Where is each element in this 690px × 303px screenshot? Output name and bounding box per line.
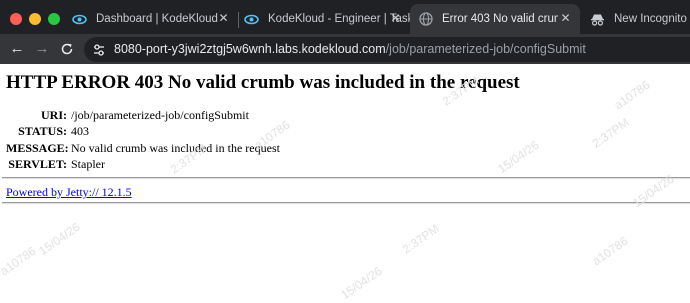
tab-strip: Dashboard | KodeKloud ✕ KodeKloud - Engi… xyxy=(0,0,690,34)
reload-icon[interactable] xyxy=(58,40,76,58)
watermark-date: 15/04/26 xyxy=(338,263,385,303)
detail-label: URI: xyxy=(41,108,67,122)
url-text[interactable]: 8080-port-y3jwi2ztgj5w6wnh.labs.kodeklou… xyxy=(114,42,586,56)
divider xyxy=(2,202,690,204)
incognito-icon xyxy=(590,12,605,27)
watermark-id: a10786 xyxy=(589,233,631,269)
kodekloud-icon xyxy=(72,12,87,27)
close-tab-icon[interactable]: ✕ xyxy=(217,12,230,25)
page-content: HTTP ERROR 403 No valid crumb was includ… xyxy=(0,64,690,303)
tab-dashboard[interactable]: Dashboard | KodeKloud ✕ xyxy=(68,4,238,34)
back-arrow-icon[interactable]: ← xyxy=(8,40,26,58)
url-host: 8080-port-y3jwi2ztgj5w6wnh.labs.kodeklou… xyxy=(114,42,386,56)
divider xyxy=(2,177,690,179)
kodekloud-icon xyxy=(244,12,259,27)
detail-label: STATUS: xyxy=(18,124,67,139)
detail-value: /job/parameterized-job/configSubmit xyxy=(71,108,249,122)
maximize-window-button[interactable] xyxy=(48,13,60,25)
tab-title: New Incognito tab xyxy=(614,13,690,25)
powered-by-jetty-link[interactable]: Powered by Jetty:// 12.1.5 xyxy=(6,185,132,200)
tab-engineer-task[interactable]: KodeKloud - Engineer | Task ✕ xyxy=(238,4,410,34)
address-bar[interactable]: 8080-port-y3jwi2ztgj5w6wnh.labs.kodeklou… xyxy=(84,37,690,62)
globe-icon xyxy=(418,12,433,27)
detail-label: MESSAGE: xyxy=(6,140,69,155)
close-tab-icon[interactable]: ✕ xyxy=(389,12,402,25)
browser-toolbar: ← → 8080-port-y3jwi2ztgj5w6wnh.labs.kode… xyxy=(0,34,690,64)
watermark-time: 2:37PM xyxy=(399,221,442,257)
url-path: /job/parameterized-job/configSubmit xyxy=(385,42,586,56)
close-window-button[interactable] xyxy=(10,13,22,25)
site-settings-icon[interactable] xyxy=(91,42,107,58)
detail-value: 403 xyxy=(71,124,89,139)
tab-error-403[interactable]: Error 403 No valid crumb was included in… xyxy=(410,4,580,34)
tab-title: Dashboard | KodeKloud xyxy=(96,13,218,25)
detail-value: Stapler xyxy=(71,156,105,171)
watermark-id: a10786 xyxy=(611,77,653,113)
error-title: HTTP ERROR 403 No valid crumb was includ… xyxy=(6,72,520,93)
tab-title: Error 403 No valid crumb was included in… xyxy=(442,13,558,25)
forward-arrow-icon[interactable]: → xyxy=(33,40,51,58)
watermark-date: 15/04/26 xyxy=(495,137,542,177)
watermark-id: a10786 xyxy=(0,243,39,279)
detail-value: No valid crumb was included in the reque… xyxy=(71,140,280,155)
detail-label: SERVLET: xyxy=(8,156,67,171)
watermark-time: 2:37PM xyxy=(589,115,632,151)
tab-new-incognito[interactable]: New Incognito tab xyxy=(584,4,690,34)
watermark-date: 15/04/26 xyxy=(36,219,83,259)
close-tab-icon[interactable]: ✕ xyxy=(559,12,572,25)
minimize-window-button[interactable] xyxy=(29,13,41,25)
